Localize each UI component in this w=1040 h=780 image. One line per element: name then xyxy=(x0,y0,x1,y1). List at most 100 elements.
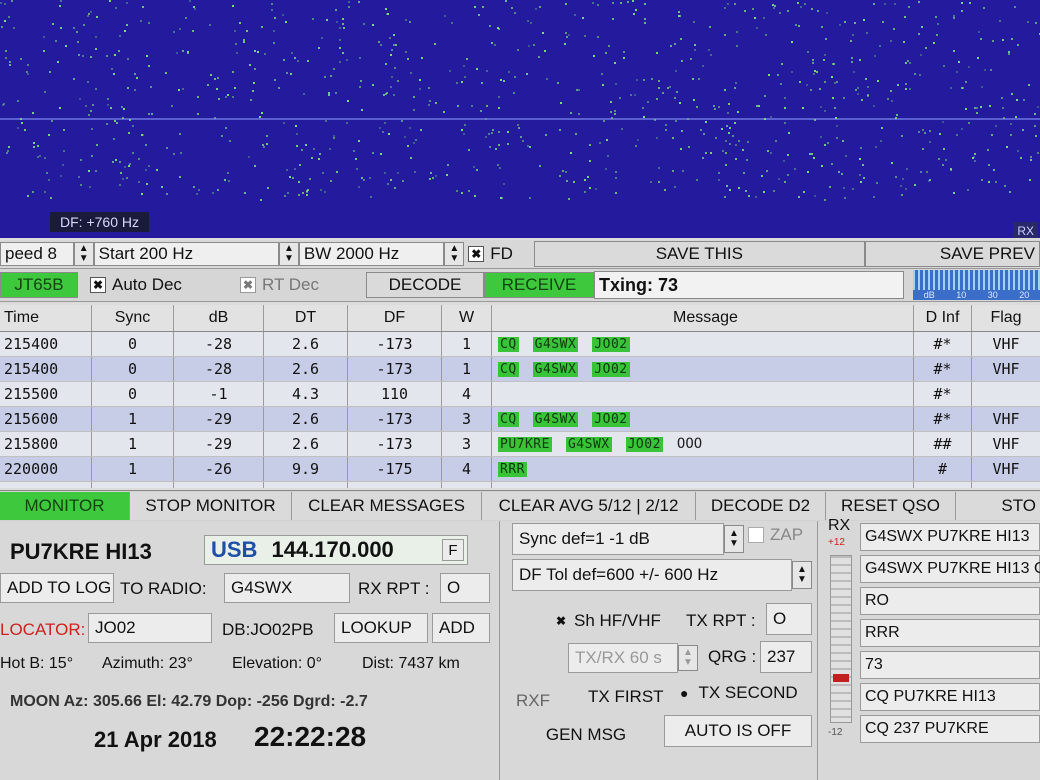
tx-second-radio[interactable]: ● TX SECOND xyxy=(680,683,798,703)
save-this-button[interactable]: SAVE THIS xyxy=(534,241,865,267)
table-row[interactable]: 215400 0 -28 2.6 -173 1 CQ G4SWX JO02 #* VHF xyxy=(0,332,1040,357)
clear-messages-button[interactable]: CLEAR MESSAGES xyxy=(292,492,482,520)
tx-message-2[interactable]: G4SWX PU7KRE HI13 O xyxy=(860,555,1040,583)
waterfall-noise-dot xyxy=(735,158,737,160)
column-header[interactable]: Message xyxy=(492,305,914,331)
waterfall-noise-dot xyxy=(209,24,211,26)
cell-time: 215400 xyxy=(0,357,92,381)
table-row[interactable]: 215400 0 -28 2.6 -173 1 CQ G4SWX JO02 #* VHF xyxy=(0,357,1040,382)
rx-minus-label: -12 xyxy=(828,727,843,738)
qrg-label: QRG : xyxy=(708,647,757,666)
start-field[interactable]: Start 200 Hz xyxy=(93,242,279,266)
cell-time: 215500 xyxy=(0,382,92,406)
txrx-spinner[interactable]: ▲ ▼ xyxy=(678,645,698,671)
locator-input[interactable]: JO02 xyxy=(88,613,212,643)
gen-msg-button[interactable]: GEN MSG xyxy=(512,719,660,751)
waterfall-noise-dot xyxy=(687,118,689,120)
qrg-input[interactable]: 237 xyxy=(760,641,812,673)
stop-button[interactable]: STO xyxy=(956,492,1040,520)
df-tol-spinner[interactable]: ▲ ▼ xyxy=(792,561,812,589)
waterfall-noise-dot xyxy=(891,162,893,164)
rx-level-slider[interactable] xyxy=(830,555,852,723)
add-button[interactable]: ADD xyxy=(432,613,490,643)
rx-rpt-input[interactable]: O xyxy=(440,573,490,603)
waterfall-noise-dot xyxy=(844,21,846,23)
waterfall-display[interactable]: DF: +760 Hz RX xyxy=(0,0,1040,238)
waterfall-noise-dot xyxy=(179,176,181,178)
stop-monitor-button[interactable]: STOP MONITOR xyxy=(130,492,292,520)
waterfall-noise-dot xyxy=(336,171,338,173)
meter-bars xyxy=(913,270,1040,290)
sync-def-field[interactable]: Sync def=1 -1 dB xyxy=(512,523,724,555)
start-spinner[interactable]: ▲ ▼ xyxy=(278,242,299,266)
fd-checkbox[interactable]: ✖ FD xyxy=(464,242,534,266)
tx-rpt-input[interactable]: O xyxy=(766,603,812,635)
to-radio-input[interactable]: G4SWX xyxy=(224,573,350,603)
column-header[interactable]: Flag xyxy=(972,305,1040,331)
table-row[interactable]: 215500 0 -1 4.3 110 4 #* xyxy=(0,382,1040,407)
waterfall-noise-dot xyxy=(806,84,808,86)
tx-first-radio[interactable]: TX FIRST xyxy=(588,687,664,707)
rx-slider-handle[interactable] xyxy=(833,674,849,682)
bw-spinner[interactable]: ▲ ▼ xyxy=(444,242,465,266)
df-readout: DF: +760 Hz xyxy=(50,212,149,232)
tx-message-4[interactable]: RRR xyxy=(860,619,1040,647)
tx-message-5[interactable]: 73 xyxy=(860,651,1040,679)
waterfall-noise-dot xyxy=(1016,99,1018,101)
cell-df: 235 xyxy=(348,482,442,488)
waterfall-noise-dot xyxy=(894,3,896,5)
waterfall-noise-dot xyxy=(891,100,893,102)
lookup-button[interactable]: LOOKUP xyxy=(334,613,428,643)
rt-dec-checkbox[interactable]: ✖ RT Dec xyxy=(236,273,362,297)
column-header[interactable]: DF xyxy=(348,305,442,331)
auto-button[interactable]: AUTO IS OFF xyxy=(664,715,812,747)
zap-checkbox[interactable]: ZAP xyxy=(748,525,803,545)
monitor-button[interactable]: MONITOR xyxy=(0,492,130,520)
tx-message-1[interactable]: G4SWX PU7KRE HI13 xyxy=(860,523,1040,551)
reset-qso-button[interactable]: RESET QSO xyxy=(826,492,956,520)
waterfall-noise-dot xyxy=(342,18,344,20)
df-tol-field[interactable]: DF Tol def=600 +/- 600 Hz xyxy=(512,559,792,591)
save-prev-button[interactable]: SAVE PREV xyxy=(864,241,1040,267)
column-header[interactable]: dB xyxy=(174,305,264,331)
table-row[interactable]: 2202000-332.62353 #* xyxy=(0,482,1040,488)
bw-field[interactable]: BW 2000 Hz xyxy=(298,242,445,266)
txrx-period-field[interactable]: TX/RX 60 s xyxy=(568,643,678,673)
column-header[interactable]: D Inf xyxy=(914,305,972,331)
add-to-log-button[interactable]: ADD TO LOG xyxy=(0,573,114,603)
table-body[interactable]: 215400 0 -28 2.6 -173 1 CQ G4SWX JO02 #* VHF 215400… xyxy=(0,332,1040,488)
waterfall-noise-dot xyxy=(5,57,7,59)
table-row[interactable]: 215600 1 -29 2.6 -173 3 CQ G4SWX JO02 #* VHF xyxy=(0,407,1040,432)
waterfall-noise-dot xyxy=(767,150,769,152)
receive-button[interactable]: RECEIVE xyxy=(484,272,594,298)
waterfall-noise-dot xyxy=(611,117,613,119)
waterfall-noise-dot xyxy=(378,41,380,43)
tx-message-6[interactable]: CQ PU7KRE HI13 xyxy=(860,683,1040,711)
mode-button[interactable]: JT65B xyxy=(0,272,78,298)
waterfall-noise-dot xyxy=(446,174,448,176)
table-row[interactable]: 215800 1 -29 2.6 -173 3 PU7KRE G4SWX JO02 OOO ## VH… xyxy=(0,432,1040,457)
table-row[interactable]: 220000 1 -26 9.9 -175 4 RRR # VHF xyxy=(0,457,1040,482)
sync-spinner[interactable]: ▲ ▼ xyxy=(724,525,744,553)
decode-button[interactable]: DECODE xyxy=(366,272,484,298)
waterfall-noise-dot xyxy=(55,40,57,42)
waterfall-noise-dot xyxy=(544,50,546,52)
column-header[interactable]: DT xyxy=(264,305,348,331)
column-header[interactable]: Time xyxy=(0,305,92,331)
waterfall-noise-dot xyxy=(495,148,497,150)
waterfall-noise-dot xyxy=(294,57,296,59)
decode-d2-button[interactable]: DECODE D2 xyxy=(696,492,826,520)
waterfall-noise-dot xyxy=(665,124,667,126)
clear-avg-button[interactable]: CLEAR AVG 5/12 | 2/12 xyxy=(482,492,696,520)
waterfall-noise-dot xyxy=(961,2,963,4)
column-header[interactable]: W xyxy=(442,305,492,331)
f-button[interactable]: F xyxy=(442,539,464,561)
frequency-display[interactable]: USB 144.170.000 xyxy=(204,535,468,565)
sh-hf-checkbox[interactable]: ✖ Sh HF/VHF xyxy=(554,611,661,631)
speed-spinner[interactable]: ▲ ▼ xyxy=(73,242,94,266)
speed-field[interactable]: peed 8 xyxy=(0,242,74,266)
column-header[interactable]: Sync xyxy=(92,305,174,331)
tx-message-3[interactable]: RO xyxy=(860,587,1040,615)
auto-dec-checkbox[interactable]: ✖ Auto Dec xyxy=(86,273,236,297)
tx-message-7[interactable]: CQ 237 PU7KRE xyxy=(860,715,1040,743)
